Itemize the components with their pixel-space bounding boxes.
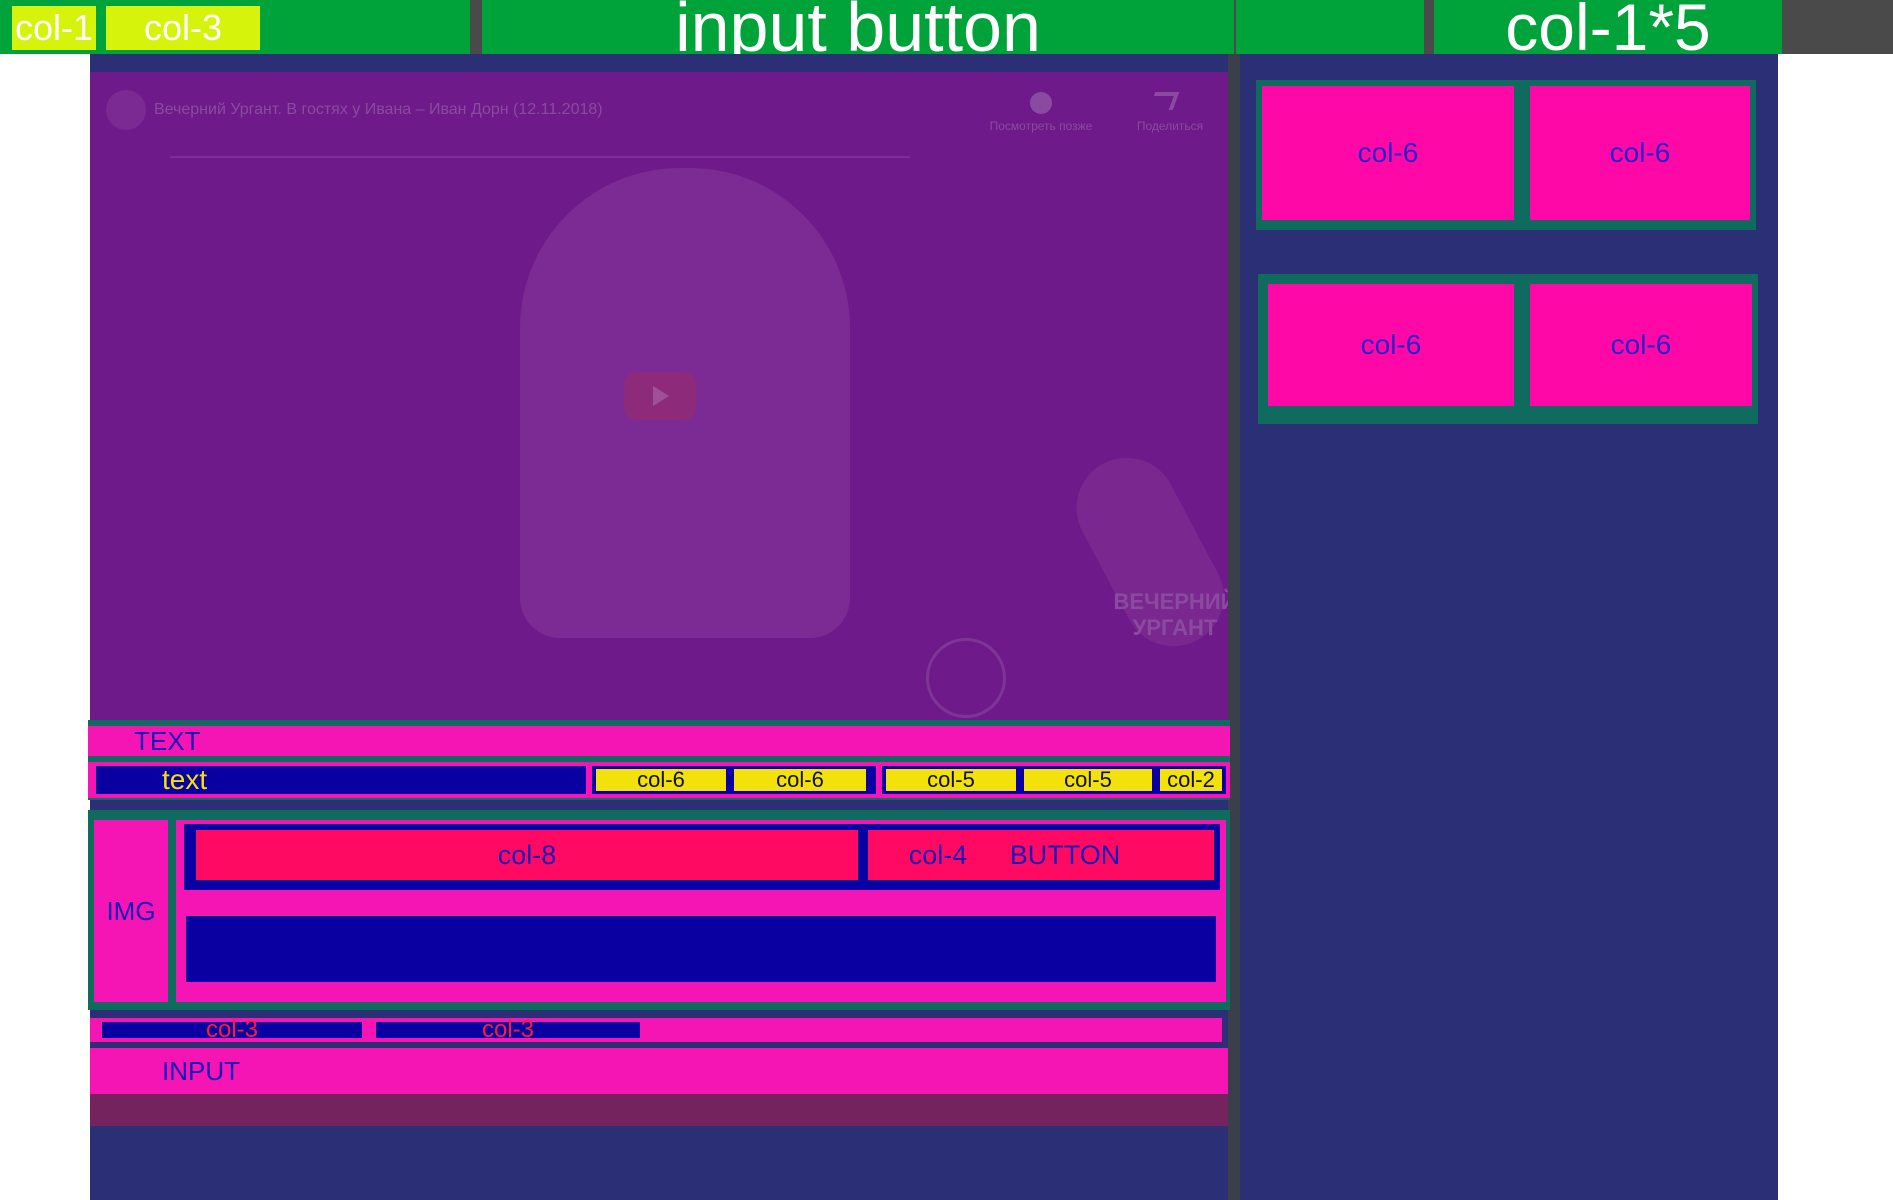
video-player[interactable]: Вечерний Ургант. В гостях у Ивана – Иван… (90, 72, 1228, 722)
like-button[interactable]: col-6 (596, 767, 726, 792)
video-progress-line (170, 156, 910, 158)
column-divider (1228, 54, 1240, 1200)
sidebar-video-3[interactable]: col-6 (1268, 284, 1514, 406)
share-button[interactable]: col-5 (886, 767, 1016, 792)
more-button[interactable]: col-2 (1160, 767, 1222, 792)
header-col-1[interactable]: col-1 (12, 6, 96, 50)
video-title-text: TEXT (88, 726, 1230, 756)
sidebar-video-1[interactable]: col-6 (1262, 86, 1514, 220)
watch-later-label: Посмотреть позже (989, 119, 1093, 133)
channel-name: col-8 (196, 830, 858, 880)
subscribe-button[interactable]: BUTTON (1000, 830, 1130, 880)
comment-input-footer (90, 1094, 1228, 1126)
comment-input[interactable]: INPUT (90, 1048, 1228, 1094)
views-text: text (96, 764, 586, 795)
dislike-button[interactable]: col-6 (734, 767, 866, 792)
sidebar-video-2[interactable]: col-6 (1530, 86, 1750, 220)
share-icon[interactable] (1148, 92, 1180, 110)
filter-option-2[interactable]: col-3 (376, 1016, 640, 1043)
subscribe-col-label: col-4 (908, 839, 968, 870)
share-label: Поделиться (1136, 119, 1204, 133)
channel-image[interactable]: IMG (94, 820, 168, 1002)
video-title: Вечерний Ургант. В гостях у Ивана – Иван… (154, 101, 603, 118)
header-col-1-times-5[interactable]: col-1*5 (1434, 0, 1782, 64)
header-col-3[interactable]: col-3 (106, 6, 260, 50)
channel-description (186, 916, 1216, 982)
header-input-button[interactable]: input button (482, 0, 1234, 62)
clock-icon[interactable] (1030, 92, 1052, 114)
watermark-emblem (926, 638, 1006, 718)
show-logo: ВЕЧЕРНИЙ УРГАНТ (1113, 589, 1228, 640)
play-button-icon[interactable] (624, 372, 696, 420)
save-button[interactable]: col-5 (1024, 767, 1152, 792)
filter-option-1[interactable]: col-3 (102, 1016, 362, 1043)
channel-avatar (106, 90, 146, 130)
sidebar-video-4[interactable]: col-6 (1530, 284, 1752, 406)
header-block-mid (1236, 0, 1424, 54)
